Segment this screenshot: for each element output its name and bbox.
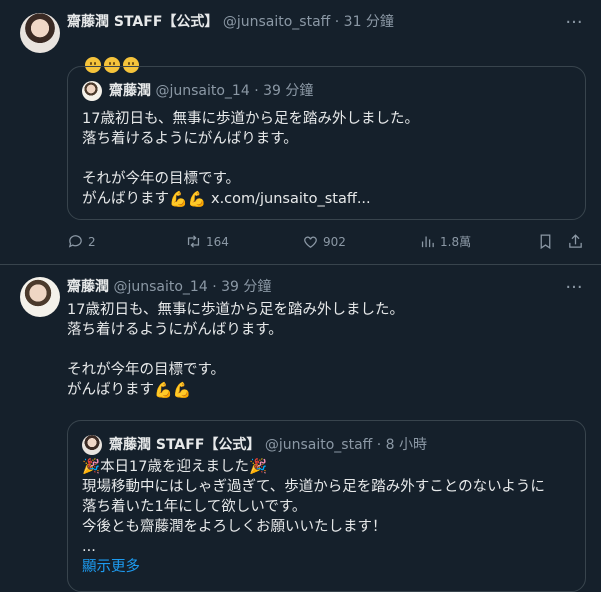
- avatar: [82, 435, 102, 455]
- bookmark-button[interactable]: [537, 232, 554, 252]
- quote-handle: @junsaito_14: [155, 83, 250, 99]
- tweet-time[interactable]: · 39 分鐘: [212, 279, 271, 295]
- quote-text: 🎉本日17歳を迎えました🎉 現場移動中にはしゃぎ過ぎて、歩道から足を踏み外すことの…: [82, 457, 545, 577]
- tweet-line: [67, 340, 404, 360]
- quote-line: [82, 149, 419, 169]
- tweet-last-line: がんばります💪💪: [67, 380, 404, 400]
- show-more-link[interactable]: 顯示更多: [82, 557, 545, 577]
- tweet-header: 齋藤潤 @junsaito_14 · 39 分鐘: [67, 277, 271, 297]
- quoted-tweet[interactable]: 齋藤潤 STAFF【公式】 @junsaito_staff · 8 小時 🎉本日…: [67, 420, 586, 592]
- flexed-biceps-icon: 💪: [169, 190, 188, 208]
- quote-time: · 8 小時: [376, 437, 428, 453]
- quote-author-name: 齋藤潤 STAFF【公式】: [109, 437, 261, 453]
- bookmark-icon: [540, 234, 551, 250]
- author-name[interactable]: 齋藤潤: [67, 279, 109, 295]
- quote-text: 17歳初日も、無事に歩道から足を踏み外しました。 落ち着けるようにがんばります。そ…: [82, 109, 419, 209]
- quote-line: 17歳初日も、無事に歩道から足を踏み外しました。: [82, 111, 420, 127]
- quoted-tweet[interactable]: 齋藤潤 @junsaito_14 · 39 分鐘 17歳初日も、無事に歩道から足…: [67, 66, 586, 220]
- quote-author-name: 齋藤潤: [109, 83, 151, 99]
- tweet-text: 17歳初日も、無事に歩道から足を踏み外しました。 落ち着けるようにがんばります。そ…: [67, 300, 404, 400]
- tweet-jun[interactable]: 齋藤潤 @junsaito_14 · 39 分鐘 ··· 17歳初日も、無事に歩…: [0, 265, 601, 592]
- quote-line: ...: [82, 539, 96, 555]
- quote-last-line: がんばります💪💪 x.com/junsaito_staff...: [82, 189, 419, 209]
- views-count: 1.8萬: [440, 235, 472, 249]
- share-button[interactable]: [567, 232, 584, 252]
- quote-header: 齋藤潤 @junsaito_14 · 39 分鐘: [109, 81, 313, 101]
- like-button[interactable]: 902: [302, 232, 346, 252]
- retweet-count: 164: [206, 235, 229, 249]
- quote-link[interactable]: x.com/junsaito_staff...: [206, 191, 371, 207]
- flexed-biceps-icon: 💪: [172, 381, 192, 399]
- tweet-header: 齋藤潤 STAFF【公式】 @junsaito_staff · 31 分鐘: [67, 12, 394, 32]
- quote-time: · 39 分鐘: [254, 83, 314, 99]
- more-options-icon[interactable]: ···: [564, 14, 584, 37]
- quote-line: 落ち着けるようにがんばります。: [82, 131, 298, 147]
- quote-first-text: 本日17歳を迎えました: [100, 459, 250, 475]
- like-count: 902: [323, 235, 346, 249]
- reply-button[interactable]: 2: [67, 232, 96, 252]
- tweet-line: 17歳初日も、無事に歩道から足を踏み外しました。: [67, 302, 405, 318]
- share-icon: [569, 234, 582, 248]
- quote-first-line: 🎉本日17歳を迎えました🎉: [82, 457, 545, 477]
- quote-header: 齋藤潤 STAFF【公式】 @junsaito_staff · 8 小時: [109, 435, 427, 455]
- flexed-biceps-icon: 💪: [187, 190, 207, 208]
- avatar[interactable]: [20, 277, 60, 317]
- quote-line: 落ち着いた1年にして欲しいです。: [82, 499, 307, 515]
- reply-icon: [68, 235, 82, 248]
- tweet-time[interactable]: · 31 分鐘: [335, 14, 394, 30]
- author-handle[interactable]: @junsaito_staff: [223, 14, 330, 30]
- tweet-line: それが今年の目標です。: [67, 362, 226, 378]
- author-handle[interactable]: @junsaito_14: [113, 279, 207, 295]
- retweet-icon: [187, 235, 200, 248]
- tweet-actions: 2 164 902 1.8萬: [67, 232, 587, 252]
- avatar: [82, 81, 102, 101]
- author-name[interactable]: 齋藤潤 STAFF【公式】: [67, 14, 218, 30]
- party-popper-icon: 🎉: [82, 459, 101, 475]
- tweet-last-text: がんばります: [67, 382, 154, 398]
- quote-line: 現場移動中にはしゃぎ過ぎて、歩道から足を踏み外すことのないように: [82, 479, 545, 495]
- reply-count: 2: [88, 235, 96, 249]
- tweet-line: 落ち着けるようにがんばります。: [67, 322, 283, 338]
- more-options-icon[interactable]: ···: [564, 279, 584, 302]
- quote-last-text: がんばります: [82, 191, 169, 207]
- retweet-button[interactable]: 164: [185, 232, 229, 252]
- views-chart-icon: [421, 236, 434, 248]
- quote-line: 今後とも齋藤潤をよろしくお願いいたします！: [82, 519, 387, 535]
- flexed-biceps-icon: 💪: [154, 381, 173, 399]
- party-popper-icon: 🎉: [249, 459, 268, 475]
- quote-line: それが今年の目標です。: [82, 171, 241, 187]
- avatar[interactable]: [20, 13, 60, 53]
- views-button[interactable]: 1.8萬: [419, 232, 471, 252]
- quote-handle: @junsaito_staff: [264, 437, 373, 453]
- heart-icon: [304, 236, 317, 248]
- tweet-staff[interactable]: 齋藤潤 STAFF【公式】 @junsaito_staff · 31 分鐘 ··…: [0, 0, 601, 265]
